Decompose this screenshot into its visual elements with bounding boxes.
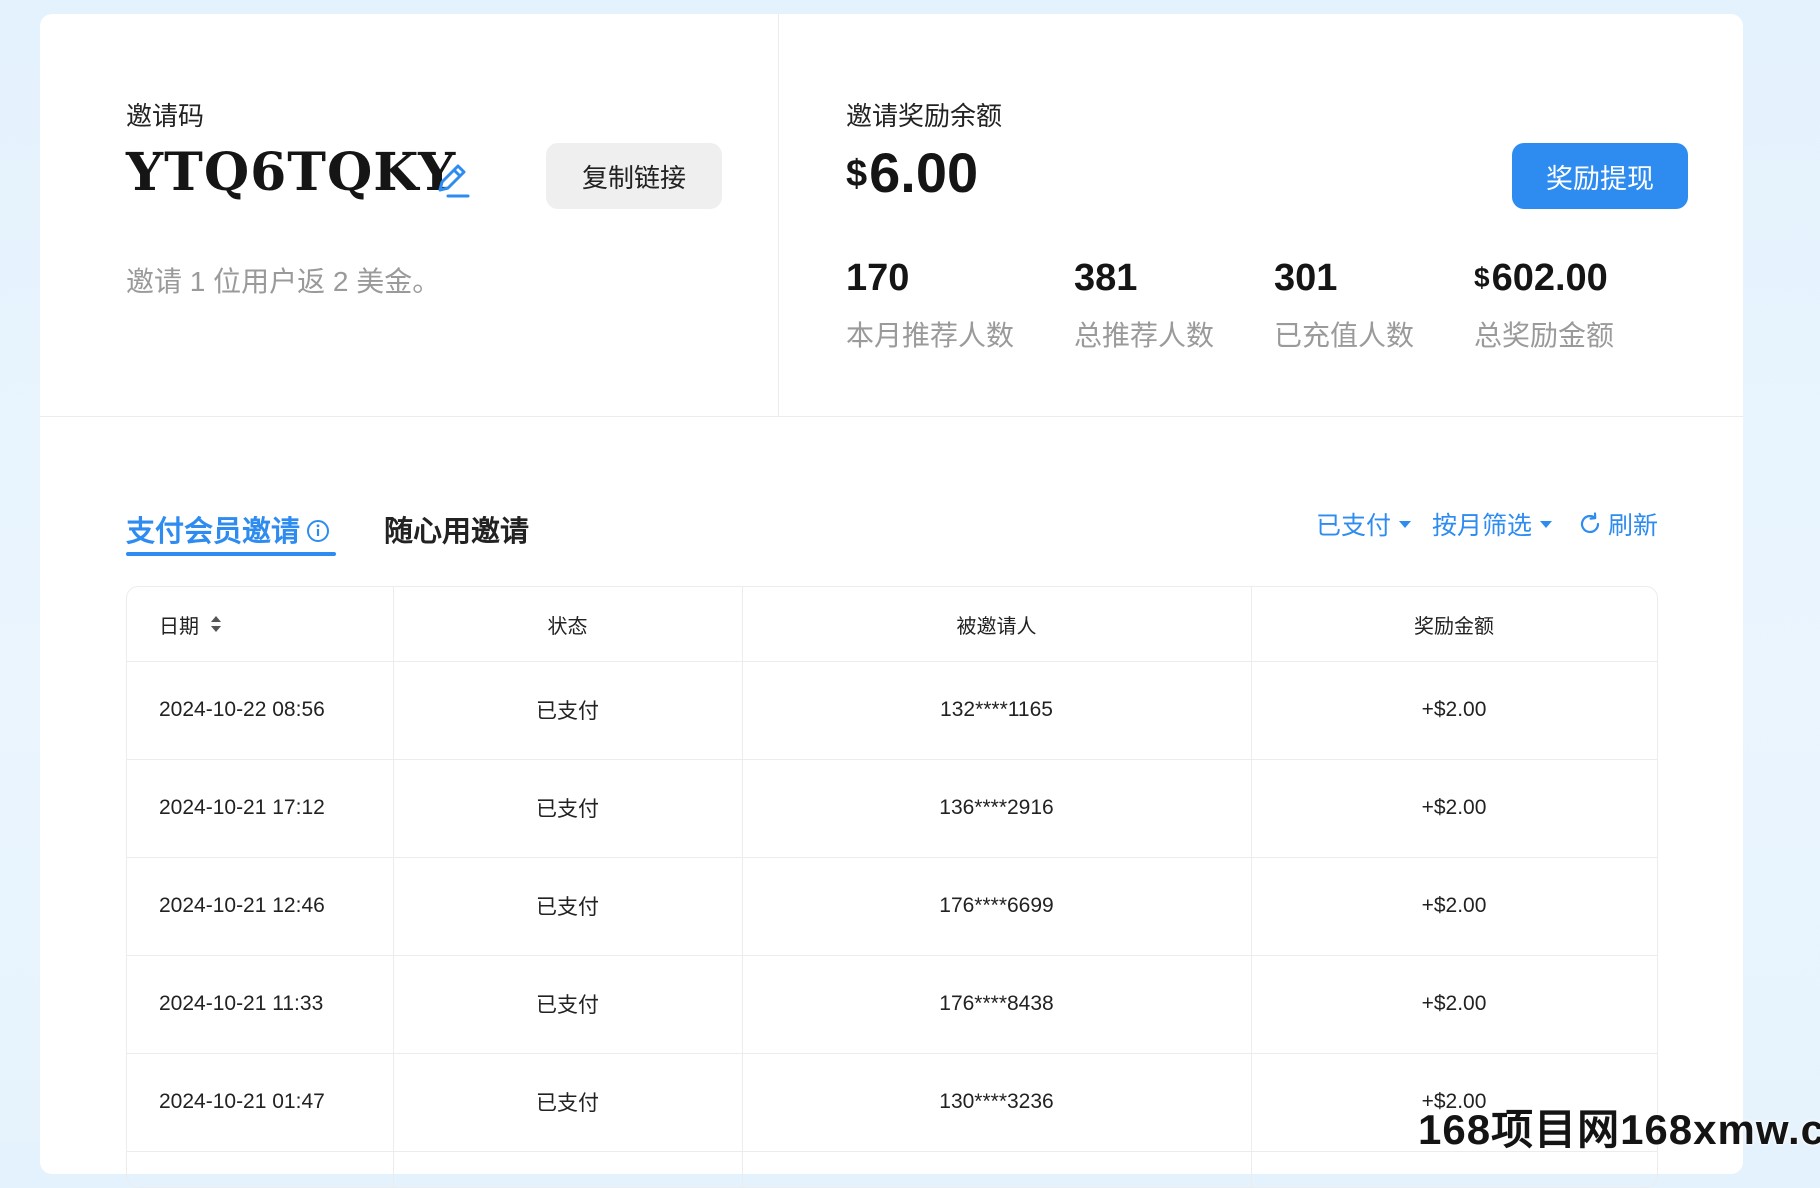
stat-monthly-referrals: 170 本月推荐人数 (846, 256, 1014, 354)
header-date[interactable]: 日期 (159, 587, 389, 661)
header-label: 日期 (159, 615, 199, 638)
month-filter-dropdown[interactable]: 按月筛选 (1432, 506, 1553, 542)
refresh-button[interactable]: 刷新 (1578, 506, 1658, 542)
currency-symbol: $ (1474, 262, 1490, 293)
table-row: 2024-10-22 08:56 已支付 132****1165 +$2.00 (127, 661, 1657, 760)
reward-balance-label: 邀请奖励余额 (846, 101, 1003, 131)
cell-reward: +$2.00 (1421, 796, 1487, 819)
table-row: 2024-10-21 11:33 已支付 176****8438 +$2.00 (127, 955, 1657, 1054)
cell-status: 已支付 (536, 1092, 599, 1115)
stat-value: $602.00 (1474, 256, 1614, 300)
invite-hint: 邀请 1 位用户返 2 美金。 (126, 266, 441, 297)
summary-panel: 邀请码 YTQ6TQKY 复制链接 邀请 1 位用户返 2 美金。 邀请奖励余额… (40, 14, 1743, 417)
caret-down-icon (1399, 520, 1412, 528)
status-filter-dropdown[interactable]: 已支付 (1316, 506, 1412, 542)
cell-invitee: 130****3236 (939, 1090, 1054, 1113)
stat-amount: 602.00 (1491, 257, 1608, 299)
cell-status: 已支付 (536, 994, 599, 1017)
cell-status: 已支付 (536, 896, 599, 919)
info-icon[interactable] (306, 519, 330, 543)
cell-invitee: 176****8438 (939, 992, 1054, 1015)
stat-value: 381 (1074, 257, 1138, 299)
sort-icon[interactable] (209, 613, 223, 635)
refresh-icon (1580, 512, 1600, 534)
stat-recharged-users: 301 已充值人数 (1274, 256, 1414, 354)
cell-invitee: 176****6699 (939, 894, 1054, 917)
cell-date: 2024-10-21 11:33 (159, 992, 324, 1015)
stat-label: 已充值人数 (1274, 320, 1415, 351)
cell-date: 2024-10-21 01:47 (159, 1090, 325, 1113)
reward-balance: $6.00 (846, 140, 978, 205)
stat-total-referrals: 381 总推荐人数 (1074, 256, 1214, 354)
caret-down-icon (1540, 520, 1553, 528)
cell-invitee: 132****1165 (940, 698, 1053, 721)
tab-label: 支付会员邀请 (126, 516, 301, 548)
header-invitee: 被邀请人 (956, 615, 1037, 638)
table-header: 日期 状态 被邀请人 奖励金额 (127, 587, 1657, 662)
status-filter-label: 已支付 (1316, 512, 1392, 540)
stat-value: 170 (846, 257, 910, 299)
cell-reward: +$2.00 (1421, 894, 1487, 917)
stat-label: 总奖励金额 (1474, 320, 1615, 351)
balance-value: 6.00 (869, 141, 979, 204)
tab-paid-member-invite[interactable]: 支付会员邀请 (126, 508, 336, 556)
table-row: 2024-10-21 17:12 已支付 136****2916 +$2.00 (127, 759, 1657, 858)
stat-label: 本月推荐人数 (846, 320, 1015, 351)
watermark: 168项目网168xmw.cn (1418, 1106, 1820, 1153)
currency-symbol: $ (846, 153, 868, 195)
stat-label: 总推荐人数 (1074, 320, 1215, 351)
withdraw-button[interactable]: 奖励提现 (1512, 143, 1688, 209)
header-status: 状态 (547, 615, 588, 638)
edit-icon[interactable] (434, 160, 470, 200)
invite-code: YTQ6TQKY (126, 142, 457, 203)
cell-date: 2024-10-22 08:56 (159, 698, 325, 721)
table-row: 2024-10-21 12:46 已支付 176****6699 +$2.00 (127, 857, 1657, 956)
cell-reward: +$2.00 (1421, 992, 1487, 1015)
month-filter-label: 按月筛选 (1432, 512, 1533, 540)
copy-link-button[interactable]: 复制链接 (546, 143, 722, 209)
cell-date: 2024-10-21 12:46 (159, 894, 325, 917)
invite-card: 邀请码 YTQ6TQKY 复制链接 邀请 1 位用户返 2 美金。 邀请奖励余额… (40, 14, 1743, 1188)
cell-date: 2024-10-21 17:12 (159, 796, 325, 819)
refresh-label: 刷新 (1608, 512, 1659, 540)
cell-status: 已支付 (536, 798, 599, 821)
stat-value: 301 (1274, 257, 1338, 299)
tab-flexible-invite[interactable]: 随心用邀请 (384, 508, 529, 550)
active-tab-underline (126, 552, 336, 556)
cell-status: 已支付 (536, 700, 599, 723)
stat-total-reward: $602.00 总奖励金额 (1474, 256, 1614, 354)
cell-reward: +$2.00 (1421, 698, 1487, 721)
cell-invitee: 136****2916 (939, 796, 1054, 819)
invite-code-label: 邀请码 (126, 101, 205, 131)
divider (778, 14, 779, 416)
header-reward-amount: 奖励金额 (1414, 615, 1494, 638)
